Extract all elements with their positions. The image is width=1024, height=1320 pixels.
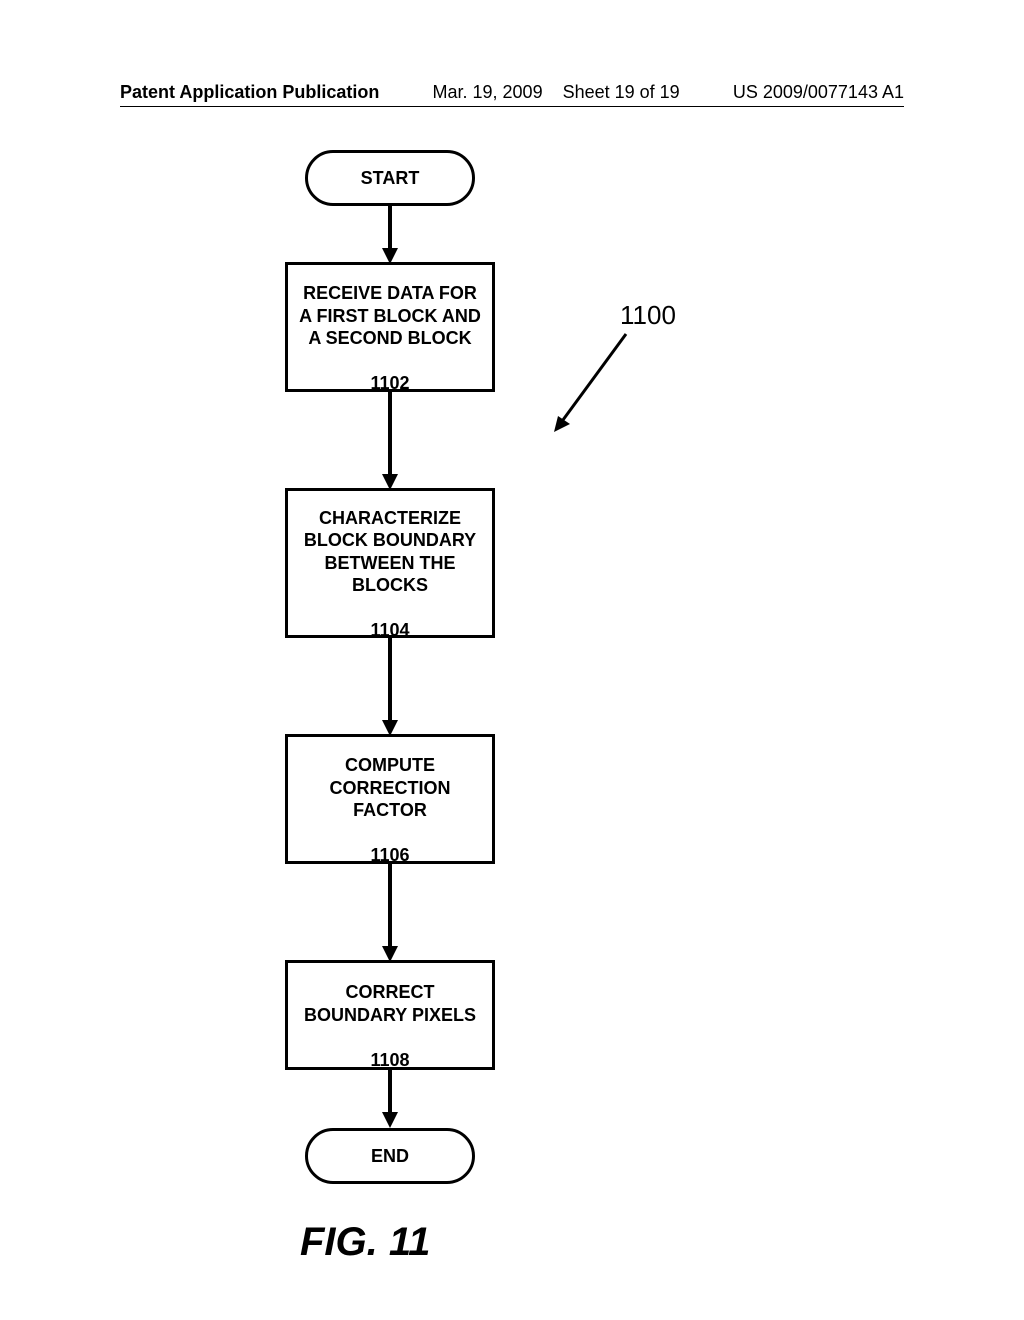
step4-num: 1108 [370, 1050, 409, 1070]
step2-text: CHARACTERIZE BLOCK BOUNDARY BETWEEN THE … [304, 508, 476, 596]
step4-text: CORRECT BOUNDARY PIXELS [304, 982, 476, 1025]
header-pubno: US 2009/0077143 A1 [733, 82, 904, 103]
step1-text: RECEIVE DATA FOR A FIRST BLOCK AND A SEC… [299, 283, 481, 348]
process-correct: CORRECT BOUNDARY PIXELS 1108 [285, 960, 495, 1070]
process-receive-data: RECEIVE DATA FOR A FIRST BLOCK AND A SEC… [285, 262, 495, 392]
page-header: Patent Application Publication Mar. 19, … [120, 82, 904, 103]
arrow-down-icon [381, 206, 399, 266]
step1-num: 1102 [370, 373, 409, 393]
header-rule [120, 106, 904, 107]
header-pubtype: Patent Application Publication [120, 82, 379, 103]
header-sheet: Sheet 19 of 19 [563, 82, 680, 102]
end-label: END [371, 1145, 409, 1168]
figure-ref-number: 1100 [620, 300, 676, 331]
arrow-down-icon [381, 638, 399, 738]
figure-caption: FIG. 11 [300, 1220, 430, 1265]
arrow-down-icon [381, 864, 399, 964]
terminator-start: START [305, 150, 475, 206]
leader-arrow-icon [548, 330, 638, 440]
header-date-sheet: Mar. 19, 2009 Sheet 19 of 19 [433, 82, 680, 103]
arrow-down-icon [381, 1070, 399, 1130]
step3-num: 1106 [370, 845, 409, 865]
terminator-end: END [305, 1128, 475, 1184]
step3-text: COMPUTE CORRECTION FACTOR [330, 755, 451, 820]
patent-page: Patent Application Publication Mar. 19, … [0, 0, 1024, 1320]
arrow-down-icon [381, 392, 399, 492]
process-compute: COMPUTE CORRECTION FACTOR 1106 [285, 734, 495, 864]
process-characterize: CHARACTERIZE BLOCK BOUNDARY BETWEEN THE … [285, 488, 495, 638]
header-date: Mar. 19, 2009 [433, 82, 543, 102]
start-label: START [361, 167, 420, 190]
